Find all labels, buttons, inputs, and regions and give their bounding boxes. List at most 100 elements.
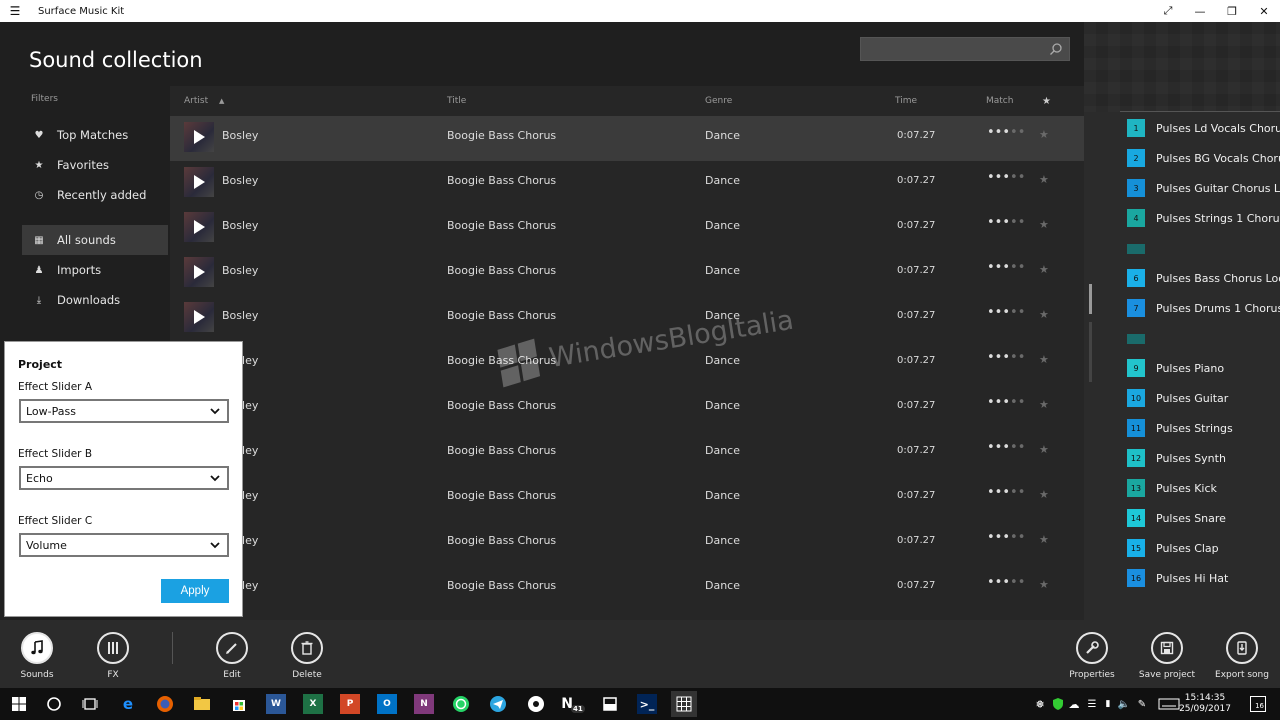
- filter-imports[interactable]: ♟ Imports: [22, 255, 168, 285]
- column-header-title[interactable]: Title: [447, 96, 466, 106]
- apply-button[interactable]: Apply: [161, 579, 229, 603]
- minimize-icon[interactable]: —: [1184, 0, 1216, 22]
- track-item[interactable]: 13 Pulses Kick: [1127, 479, 1280, 509]
- file-explorer-icon[interactable]: [192, 694, 212, 714]
- column-header-favorite[interactable]: ★: [1042, 96, 1051, 107]
- filter-recently-added[interactable]: ◷ Recently added: [22, 180, 168, 210]
- firefox-icon[interactable]: [155, 694, 175, 714]
- sound-thumbnail[interactable]: [184, 257, 214, 287]
- slider-a-select[interactable]: Low-Pass: [19, 399, 229, 423]
- delete-button[interactable]: Delete: [277, 632, 337, 680]
- play-icon[interactable]: [194, 265, 205, 279]
- task-view-icon[interactable]: [80, 694, 100, 714]
- column-header-time[interactable]: Time: [895, 96, 917, 106]
- table-row[interactable]: BosleyBoogie Bass ChorusDance0:07.27••••…: [170, 251, 1084, 296]
- pen-icon[interactable]: ✎: [1132, 694, 1152, 714]
- play-icon[interactable]: [194, 130, 205, 144]
- taskbar-clock[interactable]: 15:14:35 25/09/2017: [1175, 693, 1235, 715]
- track-item[interactable]: 7 Pulses Drums 1 Chorus Loop: [1127, 299, 1280, 329]
- track-item[interactable]: 2 Pulses BG Vocals Chorus Loop: [1127, 149, 1280, 179]
- excel-icon[interactable]: X: [303, 694, 323, 714]
- sound-thumbnail[interactable]: [184, 122, 214, 152]
- cortana-icon[interactable]: [44, 694, 64, 714]
- track-item[interactable]: 12 Pulses Synth: [1127, 449, 1280, 479]
- favorite-star-icon[interactable]: ★: [1039, 353, 1049, 366]
- favorite-star-icon[interactable]: ★: [1039, 308, 1049, 321]
- sounds-button[interactable]: Sounds: [7, 632, 67, 680]
- app-icon[interactable]: [526, 694, 546, 714]
- export-song-button[interactable]: Export song: [1212, 632, 1272, 680]
- powerpoint-icon[interactable]: P: [340, 694, 360, 714]
- track-item[interactable]: 10 Pulses Guitar: [1127, 389, 1280, 419]
- whatsapp-icon[interactable]: [451, 694, 471, 714]
- empty-track-slot[interactable]: [1127, 244, 1145, 254]
- surface-music-kit-icon[interactable]: [671, 691, 697, 717]
- sound-thumbnail[interactable]: [184, 167, 214, 197]
- track-item[interactable]: 1 Pulses Ld Vocals Chorus Loop: [1127, 119, 1280, 149]
- filter-favorites[interactable]: ★ Favorites: [22, 150, 168, 180]
- track-item[interactable]: 11 Pulses Strings: [1127, 419, 1280, 449]
- scrollbar-track[interactable]: [1089, 322, 1092, 382]
- fullscreen-icon[interactable]: ⤢: [1152, 0, 1184, 22]
- favorite-star-icon[interactable]: ★: [1039, 398, 1049, 411]
- empty-track-slot[interactable]: [1127, 334, 1145, 344]
- filter-downloads[interactable]: ⤓ Downloads: [22, 285, 168, 315]
- hamburger-menu-icon[interactable]: ☰: [0, 4, 30, 18]
- play-icon[interactable]: [194, 310, 205, 324]
- table-row[interactable]: BosleyBoogie Bass ChorusDance0:07.27••••…: [170, 521, 1084, 566]
- edge-browser-icon[interactable]: e: [118, 694, 138, 714]
- table-row[interactable]: BosleyBoogie Bass ChorusDance0:07.27••••…: [170, 476, 1084, 521]
- search-input[interactable]: [860, 37, 1070, 61]
- table-row[interactable]: BosleyBoogie Bass ChorusDance0:07.27••••…: [170, 566, 1084, 611]
- people-icon[interactable]: ❅: [1030, 694, 1050, 714]
- column-header-artist[interactable]: Artist ▲: [184, 96, 224, 106]
- table-row[interactable]: BosleyBoogie Bass ChorusDance0:07.27••••…: [170, 206, 1084, 251]
- slider-b-select[interactable]: Echo: [19, 466, 229, 490]
- slider-c-select[interactable]: Volume: [19, 533, 229, 557]
- volume-icon[interactable]: 🔈: [1114, 694, 1134, 714]
- table-row[interactable]: BosleyBoogie Bass ChorusDance0:07.27••••…: [170, 431, 1084, 476]
- track-item[interactable]: 9 Pulses Piano: [1127, 359, 1280, 389]
- windows-start-icon[interactable]: [9, 694, 29, 714]
- track-item[interactable]: [1127, 329, 1280, 359]
- track-item[interactable]: 4 Pulses Strings 1 Chorus Loop: [1127, 209, 1280, 239]
- news-app-icon[interactable]: N 41: [561, 694, 585, 714]
- outlook-icon[interactable]: O: [377, 694, 397, 714]
- filter-top-matches[interactable]: ♥ Top Matches: [22, 120, 168, 150]
- table-row[interactable]: BosleyBoogie Bass ChorusDance0:07.27••••…: [170, 386, 1084, 431]
- favorite-star-icon[interactable]: ★: [1039, 218, 1049, 231]
- column-header-match[interactable]: Match: [986, 96, 1013, 106]
- play-icon[interactable]: [194, 175, 205, 189]
- sound-thumbnail[interactable]: [184, 302, 214, 332]
- fx-button[interactable]: FX: [83, 632, 143, 680]
- properties-button[interactable]: Properties: [1062, 632, 1122, 680]
- favorite-star-icon[interactable]: ★: [1039, 128, 1049, 141]
- edit-button[interactable]: Edit: [202, 632, 262, 680]
- favorite-star-icon[interactable]: ★: [1039, 488, 1049, 501]
- surface-app-icon[interactable]: [600, 694, 620, 714]
- maximize-icon[interactable]: ❐: [1216, 0, 1248, 22]
- favorite-star-icon[interactable]: ★: [1039, 533, 1049, 546]
- save-project-button[interactable]: Save project: [1137, 632, 1197, 680]
- favorite-star-icon[interactable]: ★: [1039, 173, 1049, 186]
- track-item[interactable]: 14 Pulses Snare: [1127, 509, 1280, 539]
- favorite-star-icon[interactable]: ★: [1039, 443, 1049, 456]
- filter-all-sounds[interactable]: ▦ All sounds: [22, 225, 168, 255]
- track-item[interactable]: 6 Pulses Bass Chorus Loop: [1127, 269, 1280, 299]
- track-item[interactable]: 16 Pulses Hi Hat: [1127, 569, 1280, 599]
- table-row[interactable]: BosleyBoogie Bass ChorusDance0:07.27••••…: [170, 161, 1084, 206]
- track-item[interactable]: 15 Pulses Clap: [1127, 539, 1280, 569]
- favorite-star-icon[interactable]: ★: [1039, 263, 1049, 276]
- action-center-icon[interactable]: 16: [1250, 696, 1266, 712]
- scrollbar-thumb[interactable]: [1089, 284, 1092, 314]
- powershell-icon[interactable]: >_: [637, 694, 657, 714]
- word-icon[interactable]: W: [266, 694, 286, 714]
- sound-thumbnail[interactable]: [184, 212, 214, 242]
- favorite-star-icon[interactable]: ★: [1039, 578, 1049, 591]
- search-icon[interactable]: [1049, 42, 1063, 56]
- table-row[interactable]: BosleyBoogie Bass ChorusDance0:07.27••••…: [170, 116, 1084, 161]
- track-item[interactable]: [1127, 239, 1280, 269]
- store-icon[interactable]: [229, 694, 249, 714]
- telegram-icon[interactable]: [488, 694, 508, 714]
- column-header-genre[interactable]: Genre: [705, 96, 732, 106]
